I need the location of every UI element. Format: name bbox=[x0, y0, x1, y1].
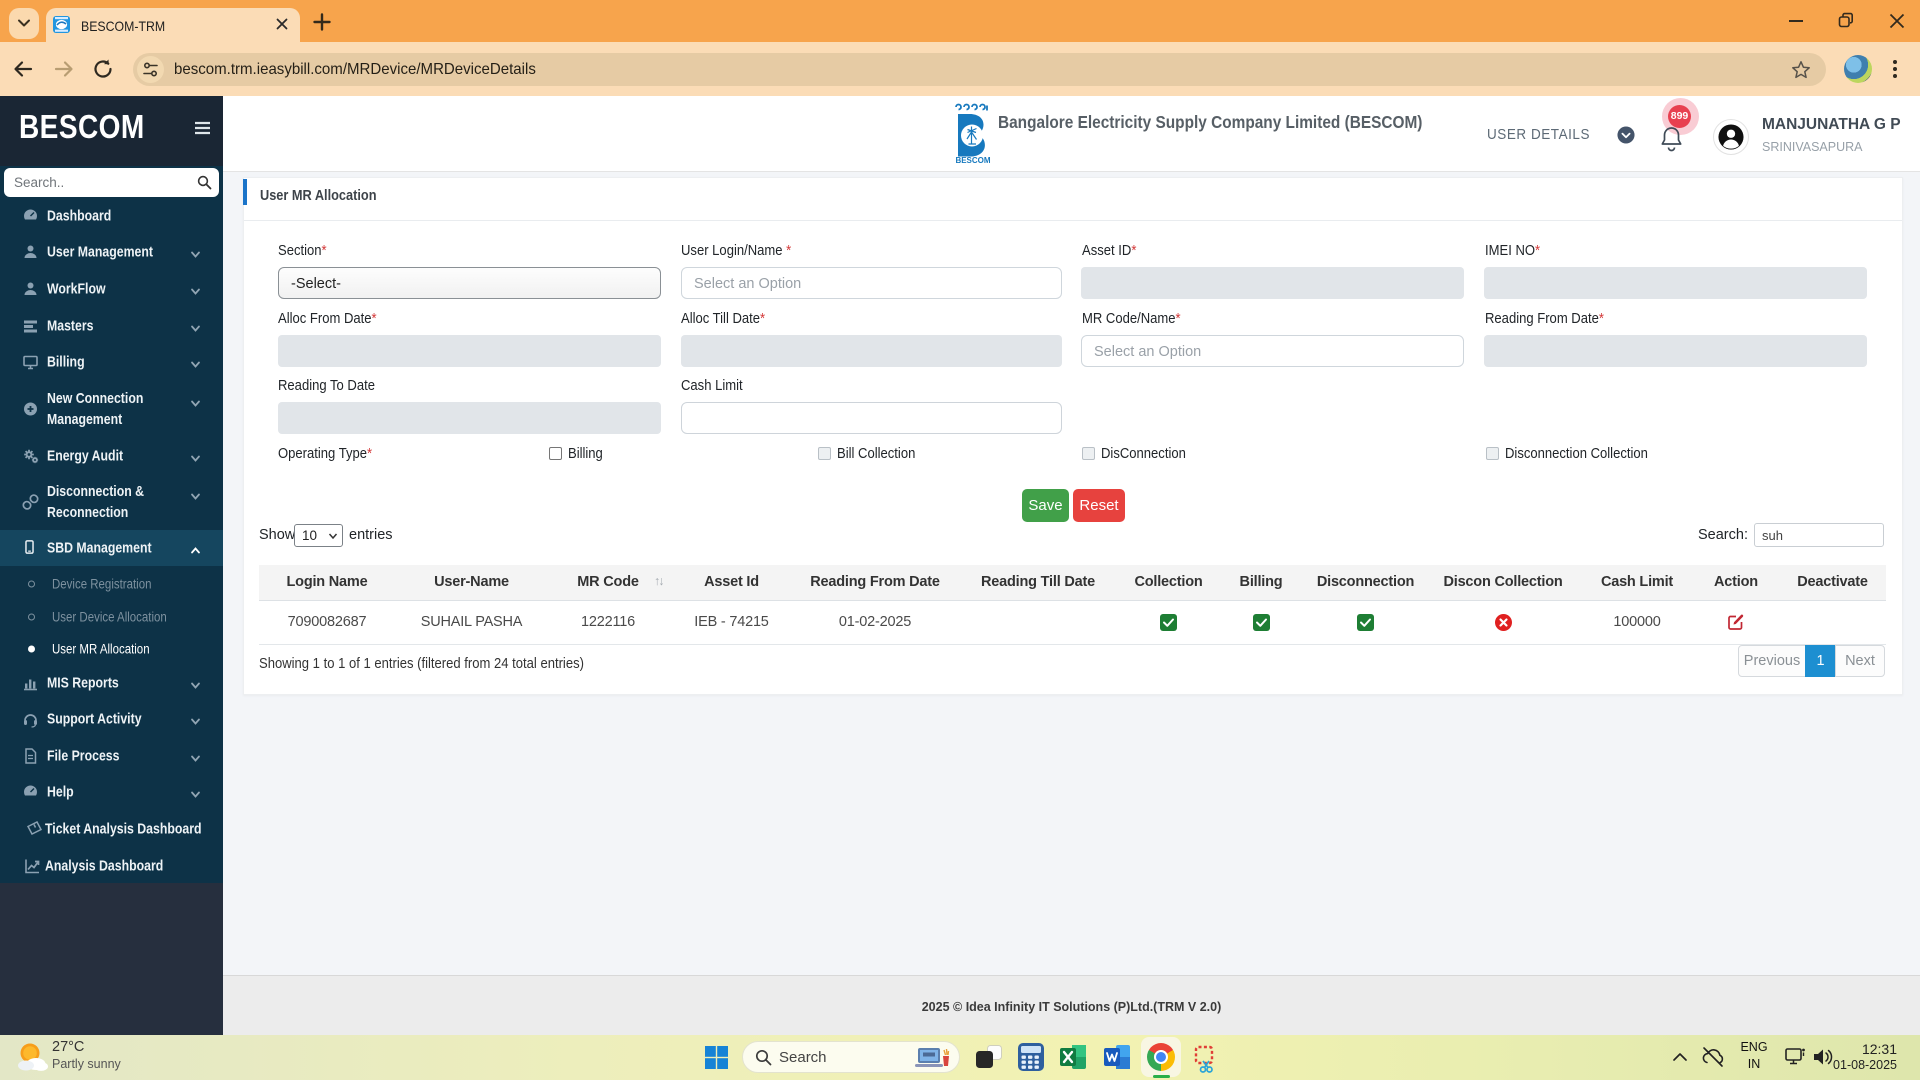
svg-text:BESCOM: BESCOM bbox=[955, 156, 990, 165]
